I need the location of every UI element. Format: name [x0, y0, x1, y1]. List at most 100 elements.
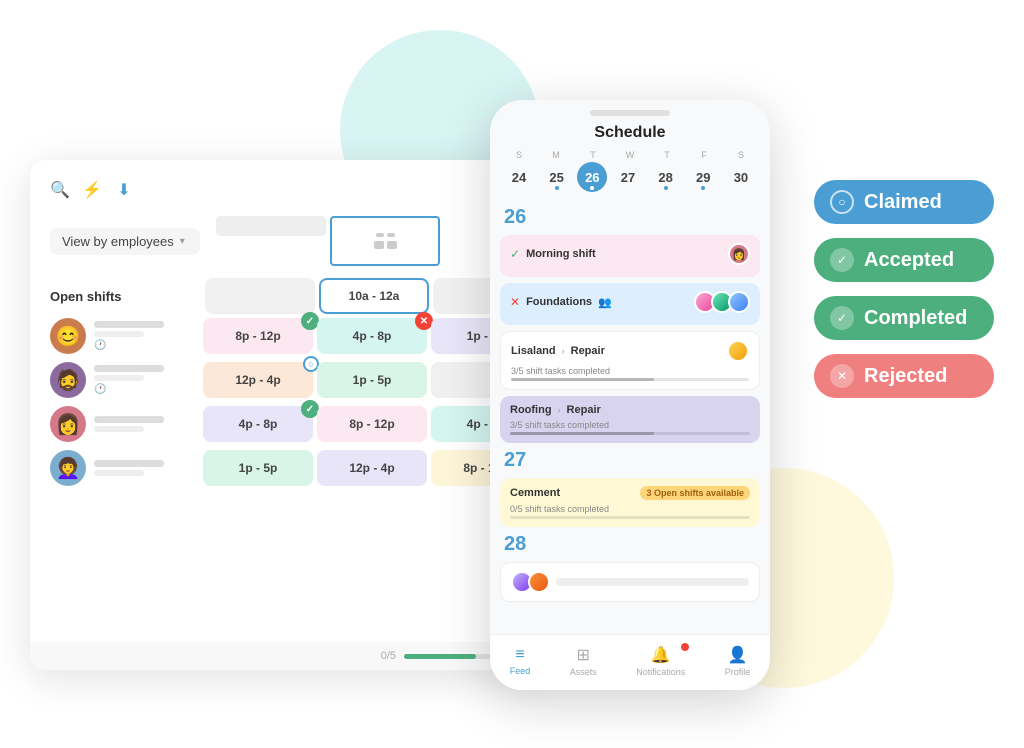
shift-time-4-2: 12p - 4p [349, 461, 394, 475]
sort-icon[interactable]: ⬇ [114, 180, 134, 200]
day-30[interactable]: 30 [724, 162, 758, 192]
shift-cell-1-1[interactable]: 8p - 12p ✓ [203, 318, 313, 354]
day-label-s1: S [502, 150, 536, 160]
lisaland-progress-fill [511, 378, 654, 381]
employee-info-2: 🧔 🕐 [50, 362, 195, 398]
filter-icon[interactable]: ⚡ [82, 180, 102, 200]
day-24[interactable]: 24 [502, 162, 536, 192]
dot-29 [701, 186, 705, 190]
roofing-title: Roofing [510, 404, 552, 416]
day-29[interactable]: 29 [686, 162, 720, 192]
selected-column-header [330, 216, 440, 266]
open-shift-time: 10a - 12a [349, 289, 400, 303]
day-26-active[interactable]: 26 [577, 162, 607, 192]
notifications-label: Notifications [636, 667, 685, 677]
employee-row-3: 👩 4p - 8p ✓ 8p - 12p 4p - 8p [50, 406, 520, 442]
accepted-badge[interactable]: ✓ Accepted [814, 238, 994, 282]
cemment-title: Cemment [510, 487, 560, 499]
avatar-2: 🧔 [50, 362, 86, 398]
claimed-badge[interactable]: ○ Claimed [814, 180, 994, 224]
cemment-card[interactable]: Cemment 3 Open shifts available 0/5 shif… [500, 478, 760, 527]
shift-cell-2-2[interactable]: 1p - 5p [317, 362, 427, 398]
mobile-notch [590, 110, 670, 116]
roofing-progress-bar [510, 432, 750, 435]
progress-bar-fill [404, 654, 476, 659]
open-shifts-badge: 3 Open shifts available [640, 486, 750, 500]
accepted-label: Accepted [864, 249, 954, 272]
lisaland-avatar [727, 340, 749, 362]
check-icon: ✓ [510, 247, 520, 261]
empty-cell [205, 278, 315, 314]
shift-time-4-1: 1p - 5p [239, 461, 278, 475]
search-icon[interactable]: 🔍 [50, 180, 70, 200]
shift-cell-4-1[interactable]: 1p - 5p [203, 450, 313, 486]
profile-label: Profile [725, 667, 751, 677]
shift-cell-3-2[interactable]: 8p - 12p [317, 406, 427, 442]
date-label-26: 26 [504, 206, 760, 229]
card-avatars-foundations [694, 291, 750, 313]
repair-label-2: Repair [567, 404, 601, 416]
nav-profile[interactable]: 👤 Profile [725, 645, 751, 677]
date-label-27: 27 [504, 449, 760, 472]
nav-feed[interactable]: ≡ Feed [510, 646, 531, 676]
rejected-label: Rejected [864, 365, 947, 388]
shift-cell-2-1[interactable]: 12p - 4p ○ [203, 362, 313, 398]
notification-badge-dot [681, 643, 689, 651]
day-label-w: W [613, 150, 647, 160]
day-labels: S M T W T F S [502, 150, 758, 160]
assets-label: Assets [570, 667, 597, 677]
group-icon: 👥 [598, 296, 612, 309]
shift-time-3-1: 4p - 8p [239, 417, 278, 431]
lisaland-repair-card[interactable]: Lisaland › Repair 3/5 shift tasks comple… [500, 331, 760, 390]
d28-placeholder-bar [556, 578, 749, 586]
mobile-bottom-nav: ≡ Feed ⊞ Assets 🔔 Notifications 👤 Profil… [490, 634, 770, 690]
rejected-badge[interactable]: ✕ Rejected [814, 354, 994, 398]
day-label-t2: T [650, 150, 684, 160]
employee-info-4: 👩‍🦱 [50, 450, 195, 486]
notifications-icon: 🔔 [651, 645, 671, 665]
day-27[interactable]: 27 [611, 162, 645, 192]
feed-icon: ≡ [515, 646, 524, 664]
desktop-toolbar: 🔍 ⚡ ⬇ [50, 180, 520, 200]
shift-cell-3-1[interactable]: 4p - 8p ✓ [203, 406, 313, 442]
mobile-title: Schedule [490, 122, 770, 150]
profile-icon: 👤 [728, 645, 748, 665]
card-avatars-morning: 👩 [728, 243, 750, 265]
nav-assets[interactable]: ⊞ Assets [570, 645, 597, 677]
employee-row-4: 👩‍🦱 1p - 5p 12p - 4p 8p - 12p [50, 450, 520, 486]
roofing-progress-fill [510, 432, 654, 435]
rejected-icon: ✕ [830, 364, 854, 388]
foundations-title: Foundations [526, 296, 592, 308]
view-selector-label: View by employees [62, 234, 174, 249]
desktop-schedule-panel: 🔍 ⚡ ⬇ View by employees ▾ Open shifts 10… [30, 160, 540, 670]
completed-icon: ✓ [830, 306, 854, 330]
day-label-t1: T [576, 150, 610, 160]
dot-26 [590, 186, 594, 190]
shift-cell-1-2[interactable]: 4p - 8p ✕ [317, 318, 427, 354]
dot-25 [555, 186, 559, 190]
schedule-content: 26 ✓ Morning shift 👩 ✕ Foundatio [490, 200, 770, 660]
date-28-card[interactable] [500, 562, 760, 602]
nav-notifications[interactable]: 🔔 Notifications [636, 645, 685, 677]
foundations-card[interactable]: ✕ Foundations 👥 [500, 283, 760, 325]
completed-badge[interactable]: ✓ Completed [814, 296, 994, 340]
morning-shift-title: Morning shift [526, 248, 596, 260]
day-28[interactable]: 28 [649, 162, 683, 192]
assets-icon: ⊞ [577, 645, 590, 665]
date28-avatars [511, 571, 550, 593]
shift-time-3-2: 8p - 12p [349, 417, 394, 431]
shift-cell-4-2[interactable]: 12p - 4p [317, 450, 427, 486]
day-25[interactable]: 25 [540, 162, 574, 192]
day-label-s2: S [724, 150, 758, 160]
morning-shift-card[interactable]: ✓ Morning shift 👩 [500, 235, 760, 277]
roofing-repair-card[interactable]: Roofing › Repair 3/5 shift tasks complet… [500, 396, 760, 443]
view-selector[interactable]: View by employees ▾ [50, 228, 200, 255]
lisaland-progress-bar [511, 378, 749, 381]
completed-label: Completed [864, 307, 967, 330]
open-shift-time-cell[interactable]: 10a - 12a [319, 278, 429, 314]
card-avatars-lisaland [727, 340, 749, 362]
employee-row-1: 😊 🕐 8p - 12p ✓ 4p - 8p ✕ 1p - 5p [50, 318, 520, 354]
chevron-right-icon: › [562, 346, 565, 356]
d28-avatar-2 [528, 571, 550, 593]
shift-time-2-1: 12p - 4p [235, 373, 280, 387]
